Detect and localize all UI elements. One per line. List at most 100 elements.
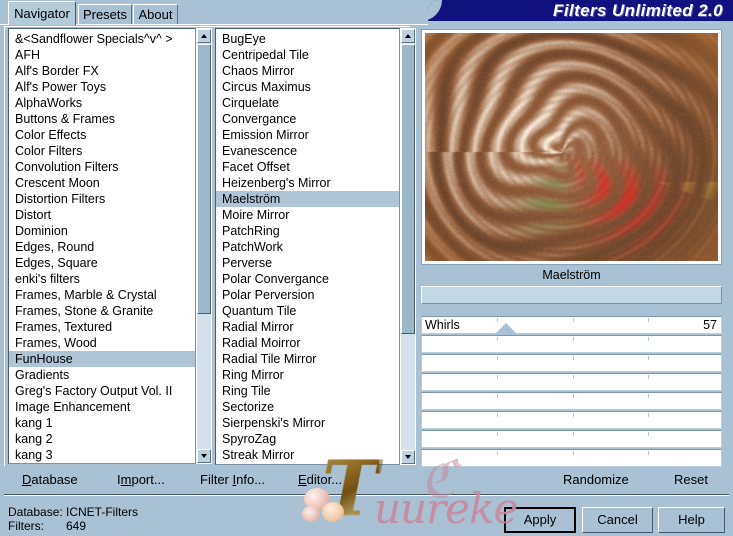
slider-row[interactable] xyxy=(421,354,722,372)
menu-import[interactable]: Import... xyxy=(117,472,165,487)
scroll-down-icon[interactable] xyxy=(401,450,415,464)
filter-list-item[interactable]: Streak Mirror xyxy=(216,447,399,463)
filter-list-item[interactable]: Centripedal Tile xyxy=(216,47,399,63)
filter-list[interactable]: BugEye Centripedal Tile Chaos Mirror Circus… xyxy=(215,28,400,465)
preview-frame[interactable] xyxy=(421,29,722,265)
category-list-item[interactable]: Alf's Power Toys xyxy=(9,79,195,95)
scroll-up-icon[interactable] xyxy=(401,29,415,43)
category-list-item[interactable]: AFH xyxy=(9,47,195,63)
category-list-item[interactable]: Frames, Stone & Granite xyxy=(9,303,195,319)
filter-list-item[interactable]: BugEye xyxy=(216,31,399,47)
filter-list-item[interactable]: Emission Mirror xyxy=(216,127,399,143)
filters-label: Filters: xyxy=(8,519,44,533)
category-list-item[interactable]: Crescent Moon xyxy=(9,175,195,191)
menu-filter-info[interactable]: Filter Info... xyxy=(200,472,265,487)
filter-list-item[interactable]: Cirquelate xyxy=(216,95,399,111)
filter-list-item[interactable]: Moire Mirror xyxy=(216,207,399,223)
category-list-item[interactable]: Distort xyxy=(9,207,195,223)
menu-editor[interactable]: Editor... xyxy=(298,472,342,487)
category-list-item[interactable]: Frames, Marble & Crystal xyxy=(9,287,195,303)
preview-filter-name: Maelström xyxy=(542,268,601,282)
category-list-item[interactable]: kang 2 xyxy=(9,431,195,447)
filter-list-item[interactable]: Radial Moirror xyxy=(216,335,399,351)
filter-list-item[interactable]: Radial Mirror xyxy=(216,319,399,335)
filter-list-item[interactable]: Sectorize xyxy=(216,399,399,415)
slider-tick xyxy=(572,337,574,341)
filter-list-item[interactable]: Ring Mirror xyxy=(216,367,399,383)
slider-row[interactable] xyxy=(421,335,722,353)
filter-list-item[interactable]: PatchWork xyxy=(216,239,399,255)
help-button[interactable]: Help xyxy=(658,507,725,533)
menu-randomize[interactable]: Randomize xyxy=(563,472,629,487)
menu-reset[interactable]: Reset xyxy=(674,472,708,487)
scroll-up-icon[interactable] xyxy=(197,29,211,43)
slider-label: Whirls xyxy=(425,318,460,332)
rose-icon xyxy=(322,502,344,522)
slider-row[interactable] xyxy=(421,373,722,391)
filter-list-item[interactable]: Polar Perversion xyxy=(216,287,399,303)
filters-unlimited-window: Filters Unlimited 2.0 Navigator Presets … xyxy=(0,0,733,536)
category-list-item[interactable]: enki's filters xyxy=(9,271,195,287)
cancel-button[interactable]: Cancel xyxy=(582,507,653,533)
slider-row[interactable] xyxy=(421,430,722,448)
category-list-item[interactable]: kang 3 xyxy=(9,447,195,463)
filter-list-item[interactable]: Maelström xyxy=(216,191,399,207)
filter-list-item[interactable]: Quantum Tile xyxy=(216,303,399,319)
scroll-down-icon[interactable] xyxy=(197,449,211,463)
filter-list-item[interactable]: Chaos Mirror xyxy=(216,63,399,79)
category-list-item[interactable]: Color Filters xyxy=(9,143,195,159)
slider-row[interactable]: Whirls 57 xyxy=(421,316,722,334)
category-list-item[interactable]: Edges, Round xyxy=(9,239,195,255)
category-list-item[interactable]: Greg's Factory Output Vol. II xyxy=(9,383,195,399)
category-list-item[interactable]: Dominion xyxy=(9,223,195,239)
category-list-scrollbar[interactable] xyxy=(196,28,212,464)
category-list-item[interactable]: FunHouse xyxy=(9,351,195,367)
filter-list-item[interactable]: Ring Tile xyxy=(216,383,399,399)
filter-list-item[interactable]: Perverse xyxy=(216,255,399,271)
slider-tick xyxy=(647,356,649,360)
menu-database[interactable]: Database xyxy=(22,472,78,487)
filter-list-item[interactable]: Evanescence xyxy=(216,143,399,159)
category-list-item[interactable]: Distortion Filters xyxy=(9,191,195,207)
filter-list-item[interactable]: Convergance xyxy=(216,111,399,127)
filter-list-item[interactable]: Heizenberg's Mirror xyxy=(216,175,399,191)
category-list-item[interactable]: Frames, Wood xyxy=(9,335,195,351)
slider-row[interactable] xyxy=(421,392,722,410)
filter-list-item[interactable]: Circus Maximus xyxy=(216,79,399,95)
slider-tick xyxy=(647,375,649,379)
filter-list-item[interactable]: Facet Offset xyxy=(216,159,399,175)
filter-list-item[interactable]: Sierpenski's Mirror xyxy=(216,415,399,431)
slider-tick xyxy=(497,451,499,455)
category-list-item[interactable]: Frames, Textured xyxy=(9,319,195,335)
filter-list-item[interactable]: Polar Convergance xyxy=(216,271,399,287)
category-list-item[interactable]: Alf's Border FX xyxy=(9,63,195,79)
apply-button[interactable]: Apply xyxy=(504,507,576,533)
category-list[interactable]: &<Sandflower Specials^v^ > AFH Alf's Borde… xyxy=(8,28,196,464)
slider-row[interactable] xyxy=(421,449,722,467)
category-list-item[interactable]: Color Effects xyxy=(9,127,195,143)
category-list-item[interactable]: &<Sandflower Specials^v^ > xyxy=(9,31,195,47)
slider-row[interactable] xyxy=(421,411,722,429)
category-list-item[interactable]: kang 1 xyxy=(9,415,195,431)
preview-image[interactable] xyxy=(425,33,718,261)
category-list-item[interactable]: Convolution Filters xyxy=(9,159,195,175)
filter-list-scrollbar[interactable] xyxy=(400,28,416,465)
category-list-item[interactable]: AlphaWorks xyxy=(9,95,195,111)
database-value: ICNET-Filters xyxy=(66,505,138,519)
scrollbar-thumb[interactable] xyxy=(197,44,211,314)
tab-presets[interactable]: Presets xyxy=(78,4,132,25)
filter-list-item[interactable]: Radial Tile Mirror xyxy=(216,351,399,367)
category-list-item[interactable]: Gradients xyxy=(9,367,195,383)
category-list-item[interactable]: Buttons & Frames xyxy=(9,111,195,127)
tab-about[interactable]: About xyxy=(133,4,178,25)
filter-list-item[interactable]: PatchRing xyxy=(216,223,399,239)
rose-icon xyxy=(302,506,320,522)
category-list-item[interactable]: Image Enhancement xyxy=(9,399,195,415)
filter-list-item[interactable]: SpyroZag xyxy=(216,431,399,447)
scrollbar-thumb[interactable] xyxy=(401,44,415,334)
tab-navigator[interactable]: Navigator xyxy=(8,1,76,25)
category-list-item[interactable]: Edges, Square xyxy=(9,255,195,271)
slider-tick xyxy=(497,318,499,322)
slider-tick xyxy=(497,356,499,360)
slider-knob[interactable] xyxy=(495,323,518,334)
